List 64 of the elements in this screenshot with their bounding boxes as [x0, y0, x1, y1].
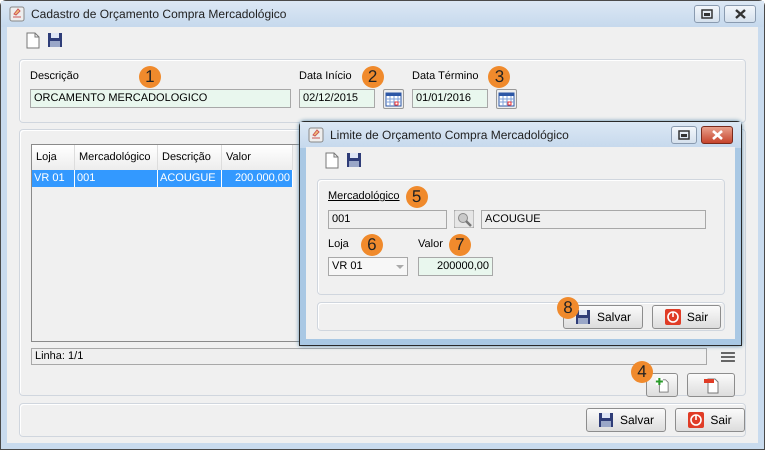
callout-number: 8 [557, 297, 579, 319]
app-icon [308, 127, 324, 143]
status-field: Linha: 1/1 [31, 348, 708, 365]
text-field[interactable]: ACOUGUE [481, 210, 706, 229]
dropdown-value: VR 01 [332, 259, 363, 274]
caret-icon [396, 264, 404, 268]
save-icon[interactable] [346, 152, 362, 168]
window-title: Cadastro de Orçamento Compra Mercadológico [31, 6, 286, 23]
store-dropdown[interactable]: VR 01 [328, 257, 408, 276]
callout-number: 5 [406, 186, 428, 208]
date-field[interactable]: 01/01/2016 [412, 89, 488, 108]
restore-button[interactable] [671, 126, 697, 144]
window-title: Limite de Orçamento Compra Mercadológico [330, 127, 569, 144]
column-header[interactable]: Mercadológico [75, 145, 158, 170]
calendar-button[interactable] [496, 89, 517, 109]
text-field[interactable]: 001 [328, 210, 447, 229]
calendar-button[interactable] [383, 89, 404, 109]
calendar-icon [498, 90, 515, 108]
field-label: Descrição [30, 69, 79, 84]
restore-icon [701, 9, 713, 19]
callout-number: 1 [138, 66, 161, 88]
new-document-icon[interactable] [25, 32, 41, 48]
callout-number: 2 [362, 66, 384, 88]
add-row-button[interactable] [646, 373, 678, 397]
callout-number: 6 [360, 234, 383, 256]
field-label: Valor [418, 237, 443, 252]
power-icon [664, 308, 681, 324]
close-button[interactable] [701, 126, 733, 144]
text-field[interactable]: ORCAMENTO MERCADOLOGICO [30, 89, 291, 108]
date-field[interactable]: 02/12/2015 [299, 89, 375, 108]
field-label: Mercadológico [328, 189, 400, 204]
calendar-icon [385, 90, 402, 108]
restore-button[interactable] [694, 5, 720, 23]
save-icon[interactable] [47, 32, 63, 48]
restore-icon [678, 130, 690, 140]
callout-number: 7 [448, 234, 471, 256]
close-icon [734, 9, 746, 19]
table-cell: VR 01 [32, 170, 75, 187]
app-icon [9, 6, 25, 22]
menu-icon[interactable] [721, 350, 735, 362]
save-button[interactable]: Salvar [586, 408, 666, 432]
new-document-icon[interactable] [324, 152, 340, 168]
close-icon [710, 130, 724, 140]
column-header[interactable]: Valor [222, 145, 293, 170]
power-icon [688, 412, 704, 428]
table-cell: ACOUGUE [158, 170, 222, 187]
column-header[interactable]: Descrição [158, 145, 222, 170]
save-icon [598, 412, 614, 428]
exit-button[interactable]: Sair [675, 408, 745, 432]
save-icon [574, 308, 591, 324]
field-label: Data Término [412, 69, 478, 84]
search-button[interactable] [454, 210, 474, 228]
field-label: Loja [328, 237, 349, 252]
column-header[interactable]: Loja [32, 145, 75, 170]
remove-document-icon [703, 376, 719, 394]
close-button[interactable] [724, 5, 756, 23]
remove-row-button[interactable] [687, 373, 735, 397]
add-document-icon [655, 376, 669, 394]
value-field[interactable]: 200000,00 [418, 257, 493, 276]
exit-button[interactable]: Sair [652, 304, 721, 328]
callout-number: 3 [488, 66, 510, 88]
table-cell: 001 [75, 170, 158, 187]
table-cell: 200.000,00 [222, 170, 293, 187]
field-label: Data Início [299, 69, 352, 84]
